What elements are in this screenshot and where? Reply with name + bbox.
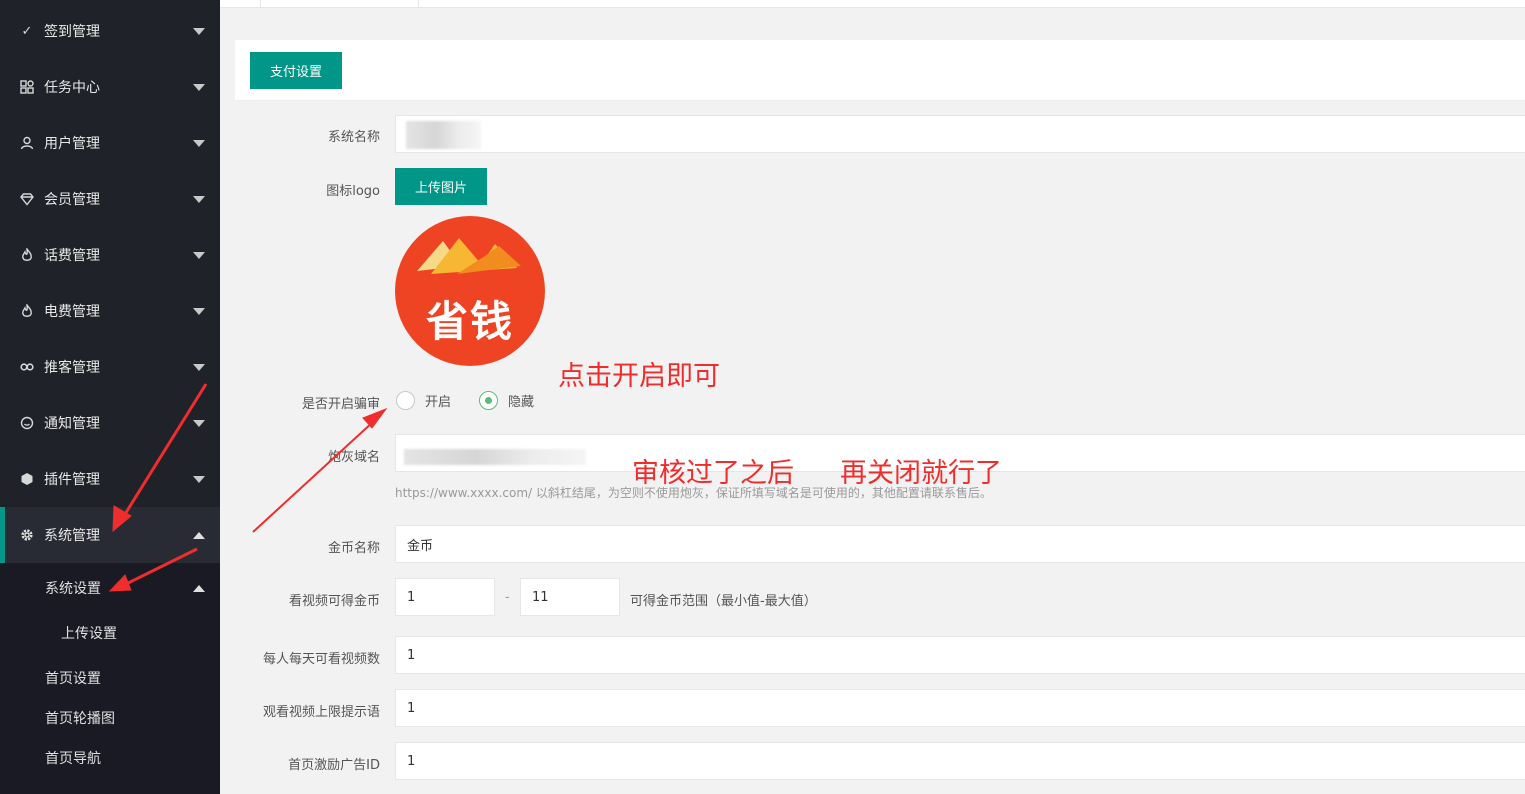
check-icon: ✓ xyxy=(21,23,33,39)
chevron-down-icon xyxy=(193,475,205,483)
chevron-down-icon xyxy=(193,307,205,315)
upload-image-button[interactable]: 上传图片 xyxy=(395,168,487,205)
tab-bar xyxy=(220,0,1525,8)
arrow-to-radio-line xyxy=(252,420,375,533)
gear-icon xyxy=(19,527,35,543)
radio-checked-icon xyxy=(479,391,498,410)
sidebar-item-electric-fee[interactable]: 电费管理 xyxy=(0,283,220,339)
sidebar-item-label: 任务中心 xyxy=(44,80,100,96)
video-coin-hint: 可得金币范围（最小值-最大值） xyxy=(630,594,817,609)
sidebar-subitem-home-settings[interactable]: 首页设置 xyxy=(0,658,220,698)
sidebar-item-label: 推客管理 xyxy=(44,360,100,376)
panel-header xyxy=(235,40,1525,101)
sidebar-subitem-label: 首页轮播图 xyxy=(45,711,115,727)
sidebar-item-users[interactable]: 用户管理 xyxy=(0,115,220,171)
cannon-domain-label: 炮灰域名 xyxy=(327,450,380,465)
chevron-down-icon xyxy=(193,251,205,259)
sidebar-submenu: 系统设置 上传设置 首页设置 首页轮播图 首页导航 xyxy=(0,563,220,794)
sidebar-subitem-label: 上传设置 xyxy=(61,626,117,642)
logo-image: 省钱 xyxy=(395,216,545,366)
tab-divider xyxy=(418,0,419,8)
fire-icon xyxy=(19,247,35,263)
redacted-value xyxy=(406,121,481,149)
radio-open[interactable]: 开启 xyxy=(396,391,451,410)
sidebar-subitem-label: 首页设置 xyxy=(45,671,101,687)
daily-videos-value: 1 xyxy=(407,647,416,663)
review-toggle-label: 是否开启骗审 xyxy=(301,397,380,412)
fire-icon xyxy=(19,303,35,319)
sidebar-item-label: 电费管理 xyxy=(44,304,100,320)
sidebar-item-label: 签到管理 xyxy=(44,24,100,40)
radio-unchecked-icon xyxy=(396,391,415,410)
apps-icon xyxy=(19,79,35,95)
sidebar-subitem-home-carousel[interactable]: 首页轮播图 xyxy=(0,698,220,738)
sidebar-item-checkin[interactable]: ✓ 签到管理 xyxy=(0,3,220,59)
video-coin-label: 看视频可得金币 xyxy=(288,594,380,609)
coin-name-input[interactable]: 金币 xyxy=(395,525,1525,563)
home-ad-input[interactable]: 1 xyxy=(395,742,1525,780)
daily-videos-label: 每人每天可看视频数 xyxy=(262,652,380,667)
cube-icon xyxy=(19,471,35,487)
chevron-down-icon xyxy=(193,363,205,371)
sidebar-subitem-label: 系统设置 xyxy=(45,581,101,597)
link-icon xyxy=(19,359,35,375)
radio-hide-label: 隐藏 xyxy=(508,395,535,410)
daily-videos-input[interactable]: 1 xyxy=(395,636,1525,674)
annotation-click-open: 点击开启即可 xyxy=(558,361,720,392)
coin-name-value: 金币 xyxy=(407,538,434,554)
chevron-down-icon xyxy=(193,83,205,91)
sidebar-subitem-system-settings[interactable]: 系统设置 xyxy=(0,568,220,608)
limit-tip-input[interactable]: 1 xyxy=(395,689,1525,727)
video-coin-max-value: 11 xyxy=(532,589,549,605)
system-name-label: 系统名称 xyxy=(327,130,380,145)
sidebar-item-notifications[interactable]: 通知管理 xyxy=(0,395,220,451)
system-name-input[interactable] xyxy=(395,115,1525,153)
sidebar-subitem-label: 首页导航 xyxy=(45,751,101,767)
sidebar-item-tasks[interactable]: 任务中心 xyxy=(0,59,220,115)
sidebar-item-members[interactable]: 会员管理 xyxy=(0,171,220,227)
chevron-down-icon xyxy=(193,139,205,147)
sidebar-subitem-upload-settings[interactable]: 上传设置 xyxy=(0,613,220,653)
home-ad-label: 首页激励广告ID xyxy=(288,758,380,773)
limit-tip-label: 观看视频上限提示语 xyxy=(262,705,380,720)
video-coin-min-value: 1 xyxy=(407,589,416,605)
video-coin-max-input[interactable]: 11 xyxy=(520,578,620,616)
range-separator: - xyxy=(505,590,510,605)
sidebar-item-plugins[interactable]: 插件管理 xyxy=(0,451,220,507)
radio-hide[interactable]: 隐藏 xyxy=(479,391,534,410)
chevron-down-icon xyxy=(193,419,205,427)
sidebar-item-label: 通知管理 xyxy=(44,416,100,432)
logo-text: 省钱 xyxy=(425,297,514,346)
sidebar-item-label: 用户管理 xyxy=(44,136,100,152)
sidebar-item-phone-fee[interactable]: 话费管理 xyxy=(0,227,220,283)
sidebar-item-label: 会员管理 xyxy=(44,192,100,208)
pay-settings-button[interactable]: 支付设置 xyxy=(250,52,342,89)
chevron-down-icon xyxy=(193,27,205,35)
annotation-after-review: 审核过了之后 xyxy=(632,458,794,489)
chevron-up-icon xyxy=(193,584,205,592)
diamond-icon xyxy=(19,191,35,207)
smile-icon xyxy=(19,415,35,431)
coin-name-label: 金币名称 xyxy=(327,541,380,556)
radio-open-label: 开启 xyxy=(425,395,452,410)
redacted-value xyxy=(404,449,586,465)
sidebar-item-system[interactable]: 系统管理 xyxy=(0,507,220,563)
chevron-down-icon xyxy=(193,195,205,203)
video-coin-min-input[interactable]: 1 xyxy=(395,578,495,616)
sidebar-item-promoters[interactable]: 推客管理 xyxy=(0,339,220,395)
sidebar-item-label: 话费管理 xyxy=(44,248,100,264)
chevron-up-icon xyxy=(193,531,205,539)
tab-divider xyxy=(260,0,261,8)
sidebar-item-label: 插件管理 xyxy=(44,472,100,488)
sidebar: ✓ 签到管理 任务中心 用户管理 会员管理 话费管理 电费管理 推客管理 通知管… xyxy=(0,0,220,794)
user-icon xyxy=(19,135,35,151)
sidebar-item-label: 系统管理 xyxy=(44,528,100,544)
icon-logo-label: 图标logo xyxy=(326,184,380,199)
annotation-then-close: 再关闭就行了 xyxy=(840,458,1002,489)
limit-tip-value: 1 xyxy=(407,700,416,716)
sidebar-subitem-home-nav[interactable]: 首页导航 xyxy=(0,738,220,778)
home-ad-value: 1 xyxy=(407,753,416,769)
